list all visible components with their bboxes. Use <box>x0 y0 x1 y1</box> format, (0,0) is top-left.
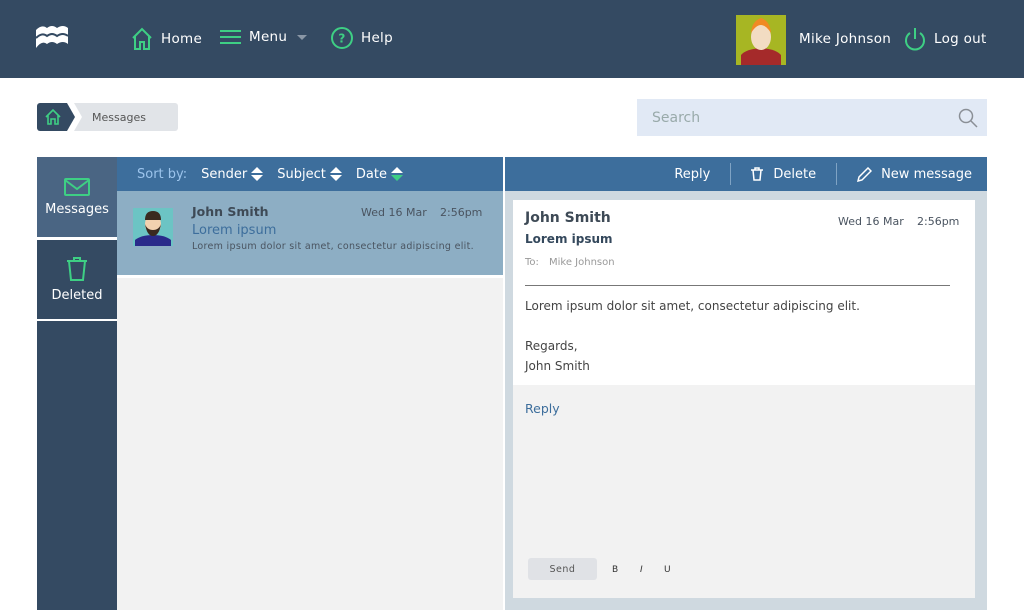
message-date: Wed 16 Mar <box>361 206 427 219</box>
divider <box>836 163 838 185</box>
message-signature: John Smith <box>525 359 590 373</box>
sort-subject[interactable]: Subject <box>277 167 342 182</box>
top-header: Home Menu ? Help Mike Johnson Log out <box>0 0 1024 78</box>
breadcrumb-current: Messages <box>74 103 178 131</box>
message-sender: John Smith <box>192 204 269 219</box>
search-input[interactable] <box>637 99 987 136</box>
sort-arrows-active-icon <box>390 167 403 181</box>
envelope-icon <box>64 177 90 196</box>
sender-avatar <box>133 208 173 246</box>
new-message-button[interactable]: New message <box>857 166 972 182</box>
reply-editor[interactable]: Reply Send B I U <box>513 385 975 598</box>
message-recipient: Mike Johnson <box>549 257 615 268</box>
home-icon <box>132 27 152 50</box>
nav-help-label: Help <box>361 30 393 46</box>
nav-home-label: Home <box>161 31 203 47</box>
sidebar-filler <box>37 321 117 610</box>
reply-placeholder[interactable]: Reply <box>525 401 560 416</box>
nav-menu[interactable]: Menu <box>220 27 308 47</box>
sidebar-item-label: Deleted <box>51 288 103 303</box>
power-icon <box>905 28 925 51</box>
help-icon: ? <box>331 27 353 49</box>
user-name[interactable]: Mike Johnson <box>799 31 891 47</box>
reply-button[interactable]: Reply <box>674 167 710 182</box>
sort-label: Sort by: <box>137 166 188 182</box>
message-toolbar: Reply Delete New message <box>505 157 987 191</box>
message-sender: John Smith <box>525 210 611 226</box>
sort-sender[interactable]: Sender <box>201 166 264 182</box>
pencil-icon <box>857 166 873 182</box>
nav-home[interactable]: Home <box>131 27 202 51</box>
sort-arrows-icon <box>329 167 342 181</box>
home-icon <box>45 109 61 125</box>
italic-button[interactable]: I <box>640 565 643 575</box>
message-body: Lorem ipsum dolor sit amet, consectetur … <box>525 299 860 313</box>
sidebar-item-deleted[interactable]: Deleted <box>37 240 117 319</box>
nav-menu-label: Menu <box>249 29 288 45</box>
divider <box>730 163 732 185</box>
message-time: 2:56pm <box>917 215 960 228</box>
message-card: John Smith Wed 16 Mar 2:56pm Lorem ipsum… <box>513 200 975 385</box>
user-avatar[interactable] <box>736 15 786 65</box>
breadcrumb: Messages <box>37 103 178 131</box>
message-closing: Regards, <box>525 339 578 353</box>
sort-arrows-icon <box>251 167 264 181</box>
sort-subject-label: Subject <box>277 166 326 182</box>
sidebar-item-label: Messages <box>45 201 109 217</box>
sidebar-item-messages[interactable]: Messages <box>37 157 117 237</box>
message-preview: Lorem ipsum dolor sit amet, consectetur … <box>192 241 474 252</box>
message-list: Sort by: Sender Subject Date John Smith … <box>117 157 503 610</box>
new-message-label: New message <box>881 166 972 182</box>
sort-sender-label: Sender <box>201 166 248 182</box>
nav-help[interactable]: ? Help <box>331 27 393 49</box>
sort-bar: Sort by: Sender Subject Date <box>117 157 503 191</box>
sort-date-label: Date <box>355 166 387 182</box>
sort-date[interactable]: Date <box>356 167 403 182</box>
message-time: 2:56pm <box>440 206 483 219</box>
send-button[interactable]: Send <box>528 558 597 580</box>
search-icon[interactable] <box>958 108 978 128</box>
chevron-down-icon <box>297 34 308 40</box>
delete-button[interactable]: Delete <box>751 167 816 182</box>
menu-icon <box>220 30 241 44</box>
underline-button[interactable]: U <box>664 565 671 575</box>
trash-icon <box>67 257 87 281</box>
message-reader: Reply Delete New message John Smith Wed … <box>505 157 987 610</box>
svg-text:?: ? <box>338 32 345 46</box>
trash-icon <box>751 167 764 181</box>
bold-button[interactable]: B <box>612 565 618 575</box>
message-subject: Lorem ipsum <box>192 223 277 238</box>
breadcrumb-home[interactable] <box>37 103 75 131</box>
logout-button[interactable]: Log out <box>904 27 987 51</box>
message-subject: Lorem ipsum <box>525 232 613 246</box>
delete-label: Delete <box>773 166 817 182</box>
message-date: Wed 16 Mar <box>838 215 904 228</box>
to-label: To: <box>525 257 539 268</box>
divider <box>525 285 950 286</box>
message-list-item[interactable]: John Smith Wed 16 Mar 2:56pm Lorem ipsum… <box>117 191 503 278</box>
logout-label: Log out <box>934 31 987 47</box>
logo[interactable] <box>35 24 69 54</box>
